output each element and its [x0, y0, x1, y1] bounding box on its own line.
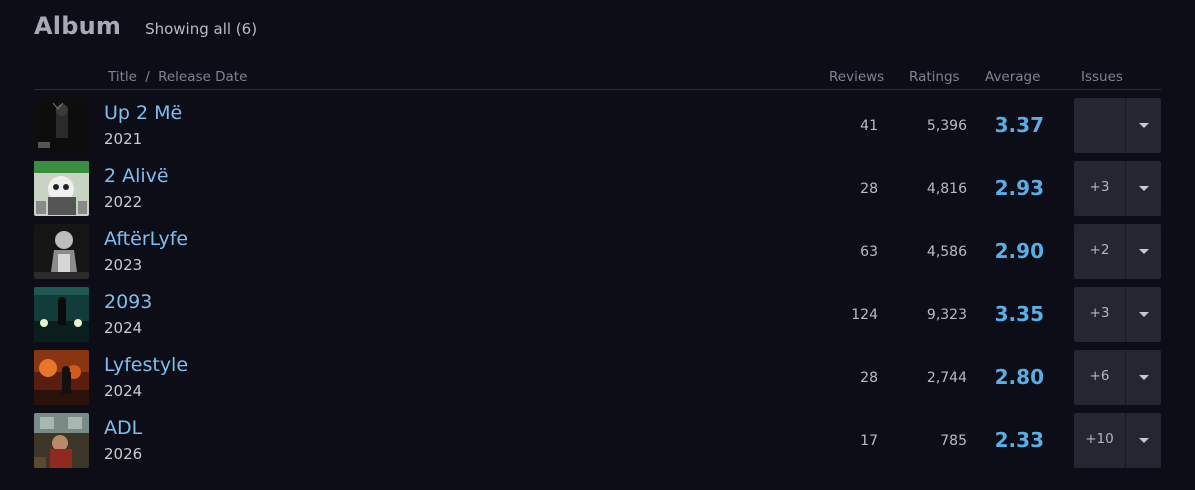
chevron-down-icon[interactable] — [1126, 287, 1161, 342]
album-ratings-count: 4,586 — [926, 244, 967, 260]
chevron-down-icon[interactable] — [1126, 413, 1161, 468]
column-header-title: Title / Release Date — [108, 69, 247, 85]
album-title[interactable]: 2093 — [104, 291, 152, 313]
album-cover-lyfestyle[interactable] — [34, 350, 89, 405]
chevron-down-icon[interactable] — [1126, 161, 1161, 216]
album-title[interactable]: 2 Alivë — [104, 165, 169, 187]
album-release-year: 2023 — [104, 256, 143, 274]
album-release-year: 2026 — [104, 445, 143, 463]
column-header-issues: Issues — [1081, 69, 1123, 85]
album-release-year: 2022 — [104, 193, 143, 211]
album-cover-up2me[interactable] — [34, 98, 89, 153]
album-cover-2alive[interactable] — [34, 161, 89, 216]
album-title[interactable]: AftërLyfe — [104, 228, 188, 250]
album-reviews-count: 28 — [860, 370, 878, 386]
album-ratings-count: 4,816 — [926, 181, 967, 197]
album-average-rating: 3.37 — [994, 113, 1044, 137]
album-ratings-count: 2,744 — [926, 370, 967, 386]
album-row: 2093 2024 124 9,323 3.35 +3 — [0, 287, 1195, 350]
issues-count: +3 — [1089, 179, 1110, 195]
album-ratings-count: 785 — [940, 433, 967, 449]
album-average-rating: 2.80 — [994, 365, 1044, 389]
issues-dropdown: +3 — [1074, 161, 1161, 216]
album-average-rating: 3.35 — [994, 302, 1044, 326]
section-title: Album — [34, 12, 122, 40]
issues-dropdown: +3 — [1074, 287, 1161, 342]
issues-count: +6 — [1089, 368, 1110, 384]
album-release-year: 2024 — [104, 319, 143, 337]
album-average-rating: 2.33 — [994, 428, 1044, 452]
chevron-down-icon[interactable] — [1126, 98, 1161, 153]
column-header-average[interactable]: Average — [985, 69, 1040, 85]
column-header-reviews[interactable]: Reviews — [829, 69, 884, 85]
album-reviews-count: 124 — [851, 307, 878, 323]
issues-dropdown: +6 — [1074, 350, 1161, 405]
album-cover-afterlyfe[interactable] — [34, 224, 89, 279]
album-title[interactable]: Up 2 Më — [104, 102, 182, 124]
album-row: Lyfestyle 2024 28 2,744 2.80 +6 — [0, 350, 1195, 413]
section-header: Album Showing all (6) — [34, 12, 257, 40]
album-reviews-count: 17 — [860, 433, 878, 449]
album-row: 2 Alivë 2022 28 4,816 2.93 +3 — [0, 161, 1195, 224]
issues-dropdown: +2 — [1074, 224, 1161, 279]
album-average-rating: 2.93 — [994, 176, 1044, 200]
album-title[interactable]: Lyfestyle — [104, 354, 188, 376]
album-title[interactable]: ADL — [104, 417, 142, 439]
issues-dropdown — [1074, 98, 1161, 153]
album-cover-2093[interactable] — [34, 287, 89, 342]
issues-dropdown: +10 — [1074, 413, 1161, 468]
column-title-label[interactable]: Title — [108, 69, 137, 85]
column-separator: / — [145, 69, 150, 85]
chevron-down-icon[interactable] — [1126, 350, 1161, 405]
album-cover-adl[interactable] — [34, 413, 89, 468]
showing-all-count: Showing all (6) — [145, 20, 258, 38]
album-release-year: 2024 — [104, 382, 143, 400]
album-reviews-count: 63 — [860, 244, 878, 260]
issues-count: +3 — [1089, 305, 1110, 321]
column-header-ratings[interactable]: Ratings — [909, 69, 960, 85]
album-release-year: 2021 — [104, 130, 143, 148]
chevron-down-icon[interactable] — [1126, 224, 1161, 279]
album-reviews-count: 28 — [860, 181, 878, 197]
column-release-date-label[interactable]: Release Date — [158, 69, 247, 85]
album-ratings-count: 9,323 — [926, 307, 967, 323]
album-row: Up 2 Më 2021 41 5,396 3.37 — [0, 98, 1195, 161]
issues-count: +10 — [1085, 431, 1114, 447]
album-average-rating: 2.90 — [994, 239, 1044, 263]
header-divider — [34, 89, 1161, 90]
issues-count: +2 — [1089, 242, 1110, 258]
album-ratings-count: 5,396 — [926, 118, 967, 134]
album-reviews-count: 41 — [860, 118, 878, 134]
album-row: ADL 2026 17 785 2.33 +10 — [0, 413, 1195, 476]
album-row: AftërLyfe 2023 63 4,586 2.90 +2 — [0, 224, 1195, 287]
